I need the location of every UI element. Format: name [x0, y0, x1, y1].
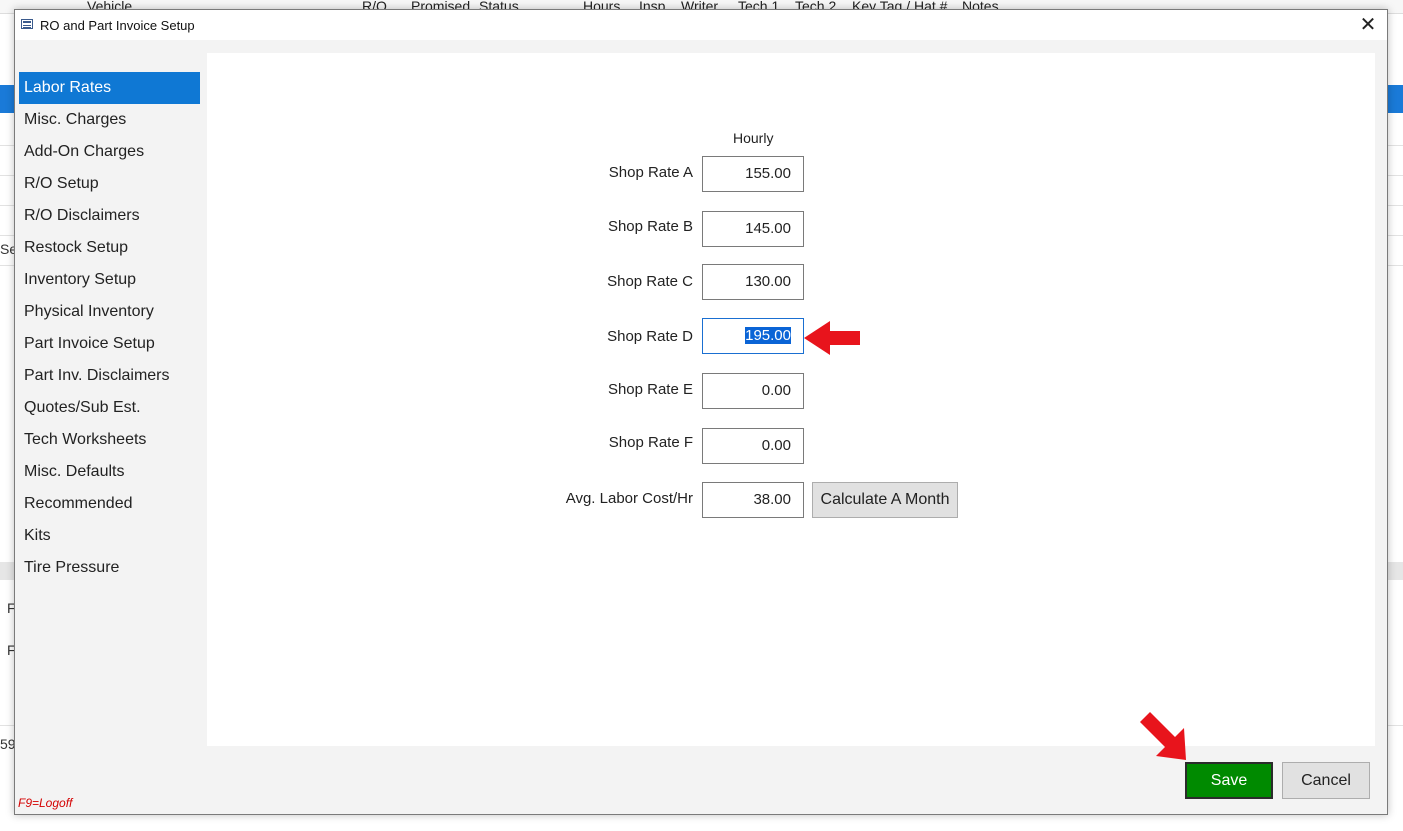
sidebar-item-misc-defaults[interactable]: Misc. Defaults — [19, 456, 200, 488]
sidebar-item-tire-pressure[interactable]: Tire Pressure — [19, 552, 200, 584]
red-arrow-left-icon — [804, 321, 860, 355]
settings-sidebar: Labor Rates Misc. Charges Add-On Charges… — [19, 72, 200, 584]
sidebar-item-recommended[interactable]: Recommended — [19, 488, 200, 520]
calculate-a-month-button[interactable]: Calculate A Month — [812, 482, 958, 518]
logoff-hint: F9=Logoff — [18, 796, 73, 810]
cancel-button[interactable]: Cancel — [1282, 762, 1370, 799]
sidebar-item-part-invoice-setup[interactable]: Part Invoice Setup — [19, 328, 200, 360]
shop-rate-b-input[interactable]: 145.00 — [702, 211, 804, 247]
shop-rate-e-label: Shop Rate E — [607, 381, 693, 398]
shop-rate-d-input[interactable]: 195.00 — [702, 318, 804, 354]
sidebar-item-tech-worksheets[interactable]: Tech Worksheets — [19, 424, 200, 456]
sidebar-item-add-on-charges[interactable]: Add-On Charges — [19, 136, 200, 168]
shop-rate-e-input[interactable]: 0.00 — [702, 373, 804, 409]
save-button[interactable]: Save — [1185, 762, 1273, 799]
setup-dialog: RO and Part Invoice Setup ✕ Labor Rates … — [14, 9, 1388, 815]
avg-labor-cost-input[interactable]: 38.00 — [702, 482, 804, 518]
shop-rate-b-label: Shop Rate B — [607, 218, 693, 235]
shop-rate-f-label: Shop Rate F — [608, 434, 693, 451]
title-bar: RO and Part Invoice Setup ✕ — [15, 10, 1387, 40]
shop-rate-c-label: Shop Rate C — [607, 273, 693, 290]
sidebar-item-ro-setup[interactable]: R/O Setup — [19, 168, 200, 200]
avg-labor-cost-label: Avg. Labor Cost/Hr — [565, 490, 693, 507]
sidebar-item-misc-charges[interactable]: Misc. Charges — [19, 104, 200, 136]
shop-rate-f-input[interactable]: 0.00 — [702, 428, 804, 464]
sidebar-item-labor-rates[interactable]: Labor Rates — [19, 72, 200, 104]
red-arrow-down-right-icon — [1140, 712, 1186, 760]
sidebar-item-quotes-sub-est[interactable]: Quotes/Sub Est. — [19, 392, 200, 424]
sidebar-item-inventory-setup[interactable]: Inventory Setup — [19, 264, 200, 296]
sidebar-item-ro-disclaimers[interactable]: R/O Disclaimers — [19, 200, 200, 232]
window-icon — [21, 19, 33, 29]
shop-rate-a-input[interactable]: 155.00 — [702, 156, 804, 192]
dialog-title: RO and Part Invoice Setup — [40, 18, 195, 33]
labor-rates-panel: Hourly Shop Rate A 155.00 Shop Rate B 14… — [207, 53, 1375, 746]
sidebar-item-part-inv-disclaimers[interactable]: Part Inv. Disclaimers — [19, 360, 200, 392]
sidebar-item-kits[interactable]: Kits — [19, 520, 200, 552]
sidebar-item-restock-setup[interactable]: Restock Setup — [19, 232, 200, 264]
sidebar-item-physical-inventory[interactable]: Physical Inventory — [19, 296, 200, 328]
selected-text: 195.00 — [745, 327, 791, 344]
shop-rate-d-label: Shop Rate D — [607, 328, 693, 345]
shop-rate-c-input[interactable]: 130.00 — [702, 264, 804, 300]
close-icon[interactable]: ✕ — [1355, 12, 1381, 38]
shop-rate-a-label: Shop Rate A — [608, 164, 693, 181]
hourly-column-header: Hourly — [733, 130, 774, 146]
